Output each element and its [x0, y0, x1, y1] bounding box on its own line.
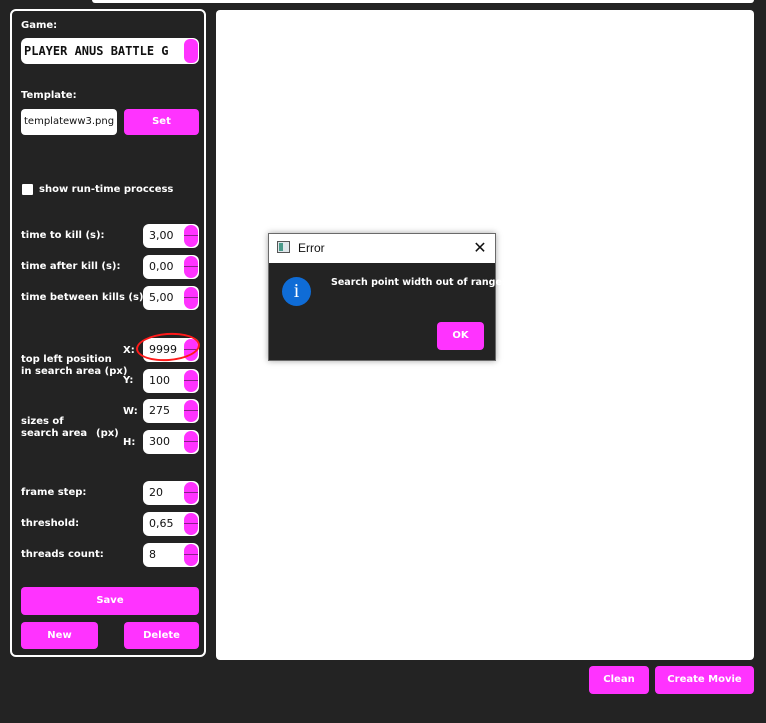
game-select[interactable]: PLAYER ANUS BATTLE G — [21, 38, 199, 64]
threshold-label: threshold: — [21, 518, 80, 529]
spinner-arrows-icon[interactable] — [184, 482, 198, 504]
w-spinner[interactable]: 275 — [143, 399, 199, 423]
sizes-unit: (px) — [96, 428, 119, 439]
sizes-label-line2: search area — [21, 428, 88, 439]
threshold-spinner[interactable]: 0,65 — [143, 512, 199, 536]
threshold-value: 0,65 — [149, 517, 174, 530]
w-value: 275 — [149, 404, 170, 417]
dropdown-arrow-icon[interactable] — [184, 39, 198, 63]
time-to-kill-label: time to kill (s): — [21, 230, 105, 241]
sizes-label-line1: sizes of — [21, 416, 64, 427]
h-spinner[interactable]: 300 — [143, 430, 199, 454]
y-value: 100 — [149, 374, 170, 387]
ok-button[interactable]: OK — [437, 322, 484, 350]
template-label: Template: — [21, 90, 77, 101]
frame-step-label: frame step: — [21, 487, 87, 498]
new-button[interactable]: New — [21, 622, 98, 649]
threads-count-label: threads count: — [21, 549, 104, 560]
w-label: W: — [123, 406, 138, 417]
spinner-arrows-icon[interactable] — [184, 256, 198, 278]
time-to-kill-spinner[interactable]: 3,00 — [143, 224, 199, 248]
close-icon[interactable]: ✕ — [469, 237, 491, 259]
spinner-arrows-icon[interactable] — [184, 513, 198, 535]
create-movie-button[interactable]: Create Movie — [655, 666, 754, 694]
position-label-line1: top left position — [21, 354, 112, 365]
frame-step-spinner[interactable]: 20 — [143, 481, 199, 505]
info-icon: i — [282, 277, 311, 306]
threads-count-spinner[interactable]: 8 — [143, 543, 199, 567]
show-runtime-label: show run-time proccess — [39, 184, 174, 195]
error-dialog: Error ✕ i Search point width out of rang… — [268, 233, 506, 361]
time-between-kills-value: 5,00 — [149, 291, 174, 304]
spinner-arrows-icon[interactable] — [184, 225, 198, 247]
time-after-kill-spinner[interactable]: 0,00 — [143, 255, 199, 279]
spinner-arrows-icon[interactable] — [184, 400, 198, 422]
x-label: X: — [123, 345, 135, 356]
game-label: Game: — [21, 20, 58, 31]
time-after-kill-label: time after kill (s): — [21, 261, 121, 272]
spinner-arrows-icon[interactable] — [184, 370, 198, 392]
h-label: H: — [123, 437, 136, 448]
frame-step-value: 20 — [149, 486, 163, 499]
y-spinner[interactable]: 100 — [143, 369, 199, 393]
template-field[interactable]: templateww3.png — [21, 109, 117, 135]
time-between-kills-spinner[interactable]: 5,00 — [143, 286, 199, 310]
time-after-kill-value: 0,00 — [149, 260, 174, 273]
game-select-value: PLAYER ANUS BATTLE G — [24, 44, 169, 58]
clean-button[interactable]: Clean — [589, 666, 649, 694]
time-between-kills-label: time between kills (s): — [21, 292, 148, 303]
app-window-icon — [277, 241, 290, 253]
save-button[interactable]: Save — [21, 587, 199, 615]
time-to-kill-value: 3,00 — [149, 229, 174, 242]
y-label: Y: — [123, 375, 134, 386]
spinner-arrows-icon[interactable] — [184, 544, 198, 566]
dialog-message: Search point width out of range! — [331, 277, 507, 288]
set-button[interactable]: Set — [124, 109, 199, 135]
delete-button[interactable]: Delete — [124, 622, 199, 649]
h-value: 300 — [149, 435, 170, 448]
top-strip — [92, 0, 754, 3]
spinner-arrows-icon[interactable] — [184, 431, 198, 453]
dialog-titlebar: Error ✕ — [269, 234, 495, 263]
threads-count-value: 8 — [149, 548, 156, 561]
position-label-line2: in search area (px) — [21, 366, 128, 377]
show-runtime-checkbox[interactable] — [22, 184, 33, 195]
spinner-arrows-icon[interactable] — [184, 287, 198, 309]
dialog-title: Error — [298, 241, 325, 255]
